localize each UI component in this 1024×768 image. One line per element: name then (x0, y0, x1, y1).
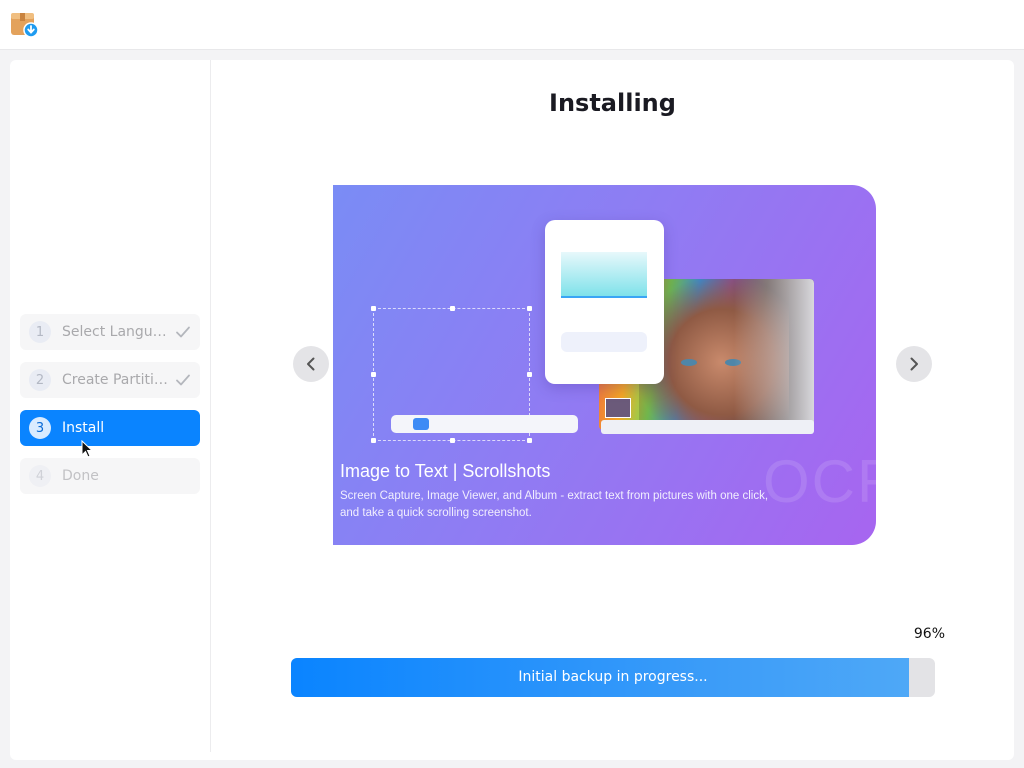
thumbnail-image (605, 398, 631, 418)
viewer-toolbar (601, 420, 814, 434)
installer-package-icon (11, 13, 38, 38)
feature-slide: OCR Image to Text | Scrollshots Screen C… (333, 185, 876, 545)
step-label: Done (62, 468, 99, 484)
step-number: 1 (29, 321, 51, 343)
progress-percent: 96% (913, 626, 945, 642)
step-label: Create Partitions (62, 372, 170, 388)
step-number: 3 (29, 417, 51, 439)
step-number: 2 (29, 369, 51, 391)
step-label: Select Language (62, 324, 170, 340)
chevron-right-icon (910, 357, 918, 371)
installer-window: 1 Select Language 2 Create Partitions 3 … (10, 60, 1014, 760)
install-progress-bar: Initial backup in progress... (291, 658, 935, 697)
progress-status: Initial backup in progress... (518, 669, 708, 685)
chevron-left-icon (307, 357, 315, 371)
step-done[interactable]: 4 Done (20, 458, 200, 494)
slide-watermark: OCR (763, 448, 876, 515)
previous-slide-button[interactable] (293, 346, 329, 382)
check-icon (176, 326, 190, 338)
next-slide-button[interactable] (896, 346, 932, 382)
ocr-document-card (545, 220, 664, 384)
step-label: Install (62, 420, 105, 436)
step-sidebar: 1 Select Language 2 Create Partitions 3 … (10, 60, 211, 752)
slide-description: Screen Capture, Image Viewer, and Album … (340, 490, 769, 519)
step-number: 4 (29, 465, 51, 487)
slide-heading: Image to Text | Scrollshots (340, 461, 551, 481)
main-panel: Installing OC Image to Text | Scrollshot… (211, 60, 1014, 760)
page-title: Installing (549, 89, 676, 117)
check-icon (176, 374, 190, 386)
mouse-pointer-icon (81, 440, 93, 458)
step-install[interactable]: 3 Install (20, 410, 200, 446)
screenshot-toolbar (391, 415, 578, 433)
step-select-language[interactable]: 1 Select Language (20, 314, 200, 350)
title-bar (0, 0, 1024, 50)
step-create-partitions[interactable]: 2 Create Partitions (20, 362, 200, 398)
